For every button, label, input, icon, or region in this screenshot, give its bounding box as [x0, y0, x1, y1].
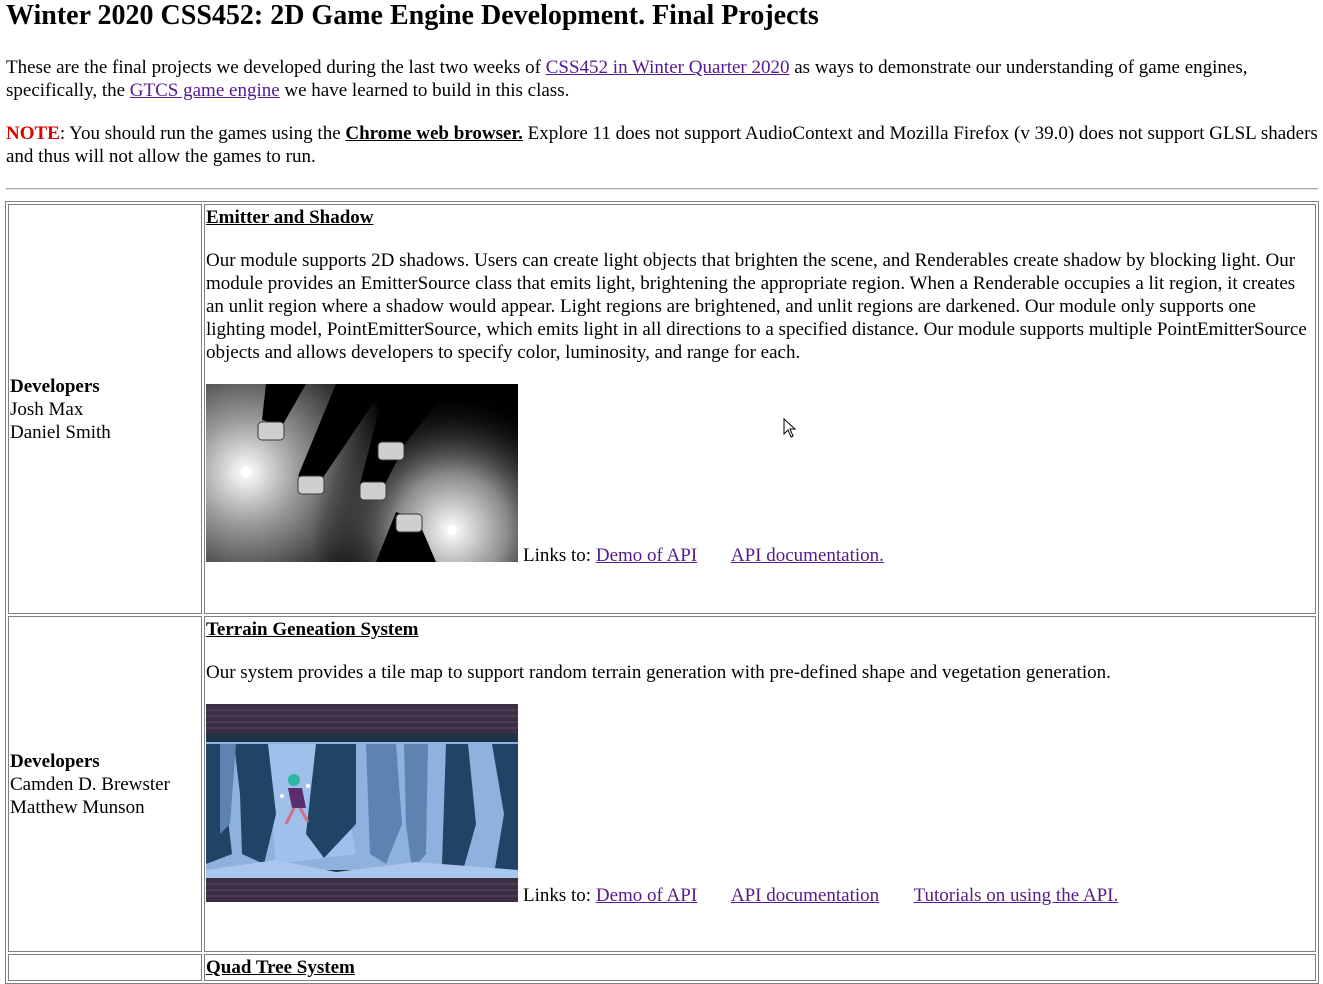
project-links: Links to: Demo of API API documentation. [523, 544, 914, 567]
developer-name: Matthew Munson [10, 796, 145, 818]
project-title-link[interactable]: Quad Tree System [206, 957, 355, 978]
demo-link[interactable]: Demo of API [596, 545, 697, 566]
api-docs-link[interactable]: API documentation. [731, 545, 884, 566]
intro-text-3: we have learned to build in this class. [279, 80, 570, 101]
project-row-emitter-shadow: Developers Josh Max Daniel Smith Emitter… [8, 204, 1316, 614]
gtcs-engine-link[interactable]: GTCS game engine [130, 80, 280, 101]
css452-course-link[interactable]: CSS452 in Winter Quarter 2020 [546, 57, 790, 78]
project-row-quad-tree: Quad Tree System [8, 954, 1316, 981]
emitter-shadow-screenshot[interactable] [206, 384, 518, 562]
developers-heading: Developers [10, 375, 100, 397]
project-cell: Emitter and Shadow Our module supports 2… [204, 204, 1316, 614]
developer-name: Camden D. Brewster [10, 773, 170, 795]
projects-table: Developers Josh Max Daniel Smith Emitter… [5, 201, 1319, 984]
page-title: Winter 2020 CSS452: 2D Game Engine Devel… [6, 0, 819, 31]
links-label: Links to: [523, 545, 592, 566]
intro-paragraph: These are the final projects we develope… [6, 56, 1318, 102]
project-description: Our module supports 2D shadows. Users ca… [206, 250, 1307, 363]
developers-cell: Developers Josh Max Daniel Smith [8, 204, 202, 614]
mouse-cursor-icon [783, 418, 797, 438]
project-row-terrain: Developers Camden D. Brewster Matthew Mu… [8, 616, 1316, 952]
project-cell: Quad Tree System [204, 954, 1316, 981]
project-description: Our system provides a tile map to suppor… [206, 662, 1111, 683]
project-cell: Terrain Geneation System Our system prov… [204, 616, 1316, 952]
project-title-link[interactable]: Terrain Geneation System [206, 619, 419, 640]
developers-heading: Developers [10, 750, 100, 772]
note-paragraph: NOTE: You should run the games using the… [6, 122, 1318, 168]
developers-cell: Developers Camden D. Brewster Matthew Mu… [8, 616, 202, 952]
developers-cell [8, 954, 202, 981]
demo-link[interactable]: Demo of API [596, 885, 697, 906]
note-colon: : You should run the games using the [59, 123, 346, 144]
chrome-browser-link[interactable]: Chrome web browser. [345, 123, 523, 144]
tutorials-link[interactable]: Tutorials on using the API. [914, 885, 1119, 906]
links-label: Links to: [523, 885, 592, 906]
project-title-link[interactable]: Emitter and Shadow [206, 207, 374, 228]
developer-name: Josh Max [10, 398, 84, 420]
developer-name: Daniel Smith [10, 421, 111, 443]
api-docs-link[interactable]: API documentation [731, 885, 879, 906]
note-label: NOTE [6, 123, 60, 144]
terrain-screenshot[interactable] [206, 704, 518, 902]
project-media-row: Links to: Demo of API API documentation. [206, 384, 1314, 566]
divider [6, 188, 1318, 190]
page-content: Winter 2020 CSS452: 2D Game Engine Devel… [6, 0, 1318, 190]
project-media-row: Links to: Demo of API API documentation … [206, 704, 1314, 906]
intro-text-1: These are the final projects we develope… [6, 57, 546, 78]
project-links: Links to: Demo of API API documentation … [523, 884, 1148, 907]
